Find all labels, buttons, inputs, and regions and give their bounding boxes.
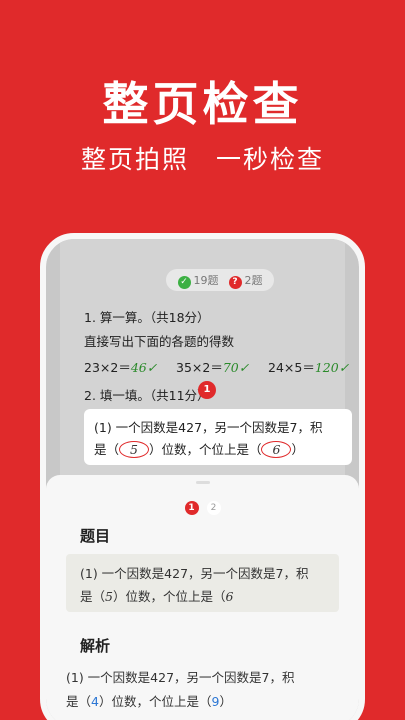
wrong-count: ? 2题: [228, 272, 263, 289]
question-line-2: 是（ 5 ）位数，个位上是（ 6）: [94, 441, 304, 458]
wrong-answer-1: 5: [119, 441, 149, 458]
highlighted-question[interactable]: (1) 一个因数是427，另一个因数是7，积 是（ 5 ）位数，个位上是（ 6）: [84, 409, 352, 465]
phone-screen: ✓ 19题 ? 2题 1. 算一算。（共18分） 直接写出下面的各题的得数 23×2…: [46, 239, 359, 720]
question-card: (1) 一个因数是427，另一个因数是7，积 是（5）位数，个位上是（6: [66, 554, 339, 612]
result-summary-pill: ✓ 19题 ? 2题: [166, 269, 274, 291]
analysis-title: 解析: [80, 637, 111, 655]
question-icon: ?: [228, 275, 242, 289]
answer-1: 46: [130, 360, 147, 375]
sub-headline: 整页拍照 一秒检查: [80, 145, 324, 174]
question-text-line-1: (1) 一个因数是427，另一个因数是7，积: [80, 566, 309, 581]
page-dot-1[interactable]: 1: [184, 501, 199, 515]
problem-1: 23×2＝46✓: [84, 360, 158, 375]
page-dot-2[interactable]: 2: [206, 501, 221, 515]
problem-2: 35×2＝70✓: [176, 360, 250, 375]
check-icon: ✓: [177, 275, 191, 289]
answer-2: 70: [222, 360, 239, 375]
question-line-1: (1) 一个因数是427，另一个因数是7，积: [94, 420, 323, 435]
problem-3: 24×5＝120✓: [268, 360, 350, 375]
correct-answer-1: 4: [91, 694, 99, 709]
check-mark-icon: ✓: [146, 360, 158, 375]
worksheet-photo: ✓ 19题 ? 2题 1. 算一算。（共18分） 直接写出下面的各题的得数 23×2…: [60, 239, 352, 479]
result-bottom-sheet: 1 2 题目 (1) 一个因数是427，另一个因数是7，积 是（5）位数，个位上…: [46, 475, 359, 720]
analysis-line-2: 是（4）位数，个位上是（9）: [66, 694, 232, 709]
question-title: 题目: [80, 527, 111, 545]
section1-heading: 1. 算一算。（共18分）: [84, 310, 210, 325]
wrong-answer-2: 6: [261, 441, 292, 458]
phone-mockup: ✓ 19题 ? 2题 1. 算一算。（共18分） 直接写出下面的各题的得数 23×2…: [40, 233, 365, 720]
correct-count: ✓ 19题: [177, 272, 219, 289]
question-text-line-2: 是（5）位数，个位上是（6: [80, 589, 234, 604]
analysis-line-1: (1) 一个因数是427，另一个因数是7，积: [66, 670, 295, 685]
headline: 整页检查: [102, 77, 303, 131]
error-marker[interactable]: 1: [198, 381, 216, 399]
section2-heading: 2. 填一填。（共11分）: [84, 388, 210, 403]
question-pager: 1 2: [46, 501, 359, 515]
section1-description: 直接写出下面的各题的得数: [84, 334, 235, 349]
check-mark-icon: ✓: [238, 360, 250, 375]
answer-3: 120: [314, 360, 339, 375]
sheet-drag-handle[interactable]: [196, 481, 210, 484]
check-mark-icon: ✓: [338, 360, 350, 375]
